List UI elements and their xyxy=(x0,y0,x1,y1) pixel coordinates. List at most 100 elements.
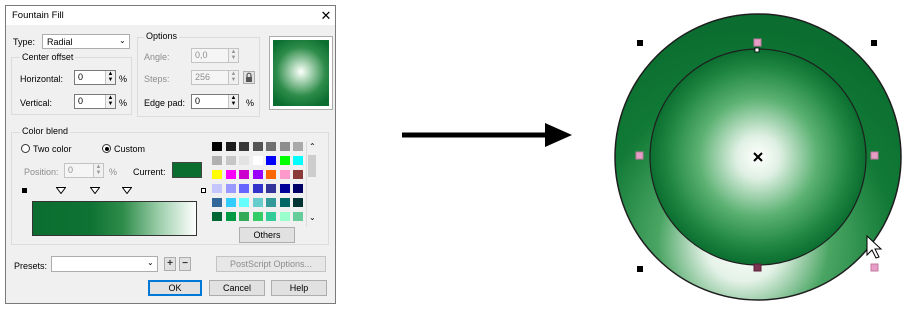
palette-swatch[interactable] xyxy=(211,197,223,208)
start-marker[interactable] xyxy=(22,188,27,193)
node-handle[interactable] xyxy=(635,151,644,160)
edge-pad-input[interactable]: 0 ▲ ▼ xyxy=(191,94,239,109)
palette-swatch[interactable] xyxy=(238,183,250,194)
vertical-stepper[interactable]: ▲ ▼ xyxy=(105,95,115,108)
palette-swatch[interactable] xyxy=(251,211,264,222)
add-preset-button[interactable]: + xyxy=(164,257,176,271)
lock-button[interactable] xyxy=(243,71,255,84)
steps-stepper[interactable]: ▲ ▼ xyxy=(228,71,238,84)
plus-icon: + xyxy=(167,258,173,269)
selection-handle[interactable] xyxy=(871,40,877,46)
palette-swatch[interactable] xyxy=(292,141,304,152)
scroll-thumb[interactable] xyxy=(308,155,316,177)
palette-swatch[interactable] xyxy=(224,141,237,152)
edge-pad-stepper[interactable]: ▲ ▼ xyxy=(228,95,238,108)
node-handle[interactable] xyxy=(870,151,879,160)
cancel-button[interactable]: Cancel xyxy=(209,280,265,296)
palette-swatch[interactable] xyxy=(265,183,277,194)
palette-swatch[interactable] xyxy=(238,169,250,180)
custom-label: Custom xyxy=(114,144,146,154)
palette-swatch[interactable] xyxy=(211,211,223,222)
palette-scrollbar[interactable]: ⌃ ⌄ xyxy=(306,141,318,227)
dialog-title: Fountain Fill xyxy=(12,10,64,21)
palette-swatch[interactable] xyxy=(238,155,250,166)
position-input[interactable]: 0 ▲ ▼ xyxy=(64,163,104,178)
palette-swatch[interactable] xyxy=(238,211,250,222)
palette-swatch[interactable] xyxy=(278,183,291,194)
ok-button[interactable]: OK xyxy=(148,280,202,296)
palette-swatch[interactable] xyxy=(278,211,291,222)
selection-handle[interactable] xyxy=(637,40,643,46)
type-dropdown[interactable]: Radial ⌄ xyxy=(42,34,130,49)
palette-swatch[interactable] xyxy=(251,141,264,152)
palette-swatch[interactable] xyxy=(238,141,250,152)
palette-swatch[interactable] xyxy=(265,169,277,180)
palette-swatch[interactable] xyxy=(238,197,250,208)
angle-stepper[interactable]: ▲ ▼ xyxy=(228,49,238,62)
gradient-stop-icon[interactable] xyxy=(56,187,66,194)
palette-swatch[interactable] xyxy=(211,169,223,180)
steps-input[interactable]: 256 ▲ ▼ xyxy=(191,70,239,85)
palette-swatch[interactable] xyxy=(224,211,237,222)
help-button[interactable]: Help xyxy=(271,280,327,296)
angle-input[interactable]: 0,0 ▲ ▼ xyxy=(191,48,239,63)
color-palette[interactable] xyxy=(211,141,307,227)
palette-swatch[interactable] xyxy=(224,183,237,194)
type-label: Type: xyxy=(13,37,36,47)
palette-swatch[interactable] xyxy=(224,197,237,208)
two-color-radio[interactable] xyxy=(21,144,30,153)
palette-swatch[interactable] xyxy=(251,169,264,180)
palette-swatch[interactable] xyxy=(224,155,237,166)
palette-swatch[interactable] xyxy=(292,211,304,222)
position-label: Position: xyxy=(24,167,59,177)
horizontal-input[interactable]: 0 ▲ ▼ xyxy=(74,70,116,85)
remove-preset-button[interactable]: − xyxy=(179,257,191,271)
palette-swatch[interactable] xyxy=(265,211,277,222)
scroll-up-icon[interactable]: ⌃ xyxy=(309,142,316,151)
horizontal-stepper[interactable]: ▲ ▼ xyxy=(105,71,115,84)
palette-swatch[interactable] xyxy=(278,141,291,152)
palette-swatch[interactable] xyxy=(265,141,277,152)
gradient-bar[interactable] xyxy=(32,201,197,236)
palette-swatch[interactable] xyxy=(211,183,223,194)
node-handle[interactable] xyxy=(753,263,762,272)
palette-swatch[interactable] xyxy=(224,169,237,180)
custom-radio[interactable] xyxy=(102,144,111,153)
current-color-swatch[interactable] xyxy=(172,162,202,178)
close-icon[interactable]: ✕ xyxy=(319,8,333,24)
palette-swatch[interactable] xyxy=(265,155,277,166)
palette-swatch[interactable] xyxy=(251,183,264,194)
node-handle[interactable] xyxy=(753,38,762,47)
node-handle[interactable] xyxy=(870,263,879,272)
end-marker[interactable] xyxy=(201,188,206,193)
palette-swatch[interactable] xyxy=(211,155,223,166)
palette-swatch[interactable] xyxy=(278,197,291,208)
palette-swatch[interactable] xyxy=(265,197,277,208)
scroll-down-icon[interactable]: ⌄ xyxy=(309,213,316,222)
right-arrow-icon xyxy=(402,123,572,147)
selection-handle[interactable] xyxy=(637,266,643,272)
palette-swatch[interactable] xyxy=(278,169,291,180)
lock-icon xyxy=(246,72,252,82)
node-handle-small[interactable] xyxy=(754,47,760,53)
angle-value: 0,0 xyxy=(195,50,208,60)
steps-label: Steps: xyxy=(144,74,170,84)
chevron-down-icon: ⌄ xyxy=(119,36,126,45)
palette-swatch[interactable] xyxy=(292,155,304,166)
others-button[interactable]: Others xyxy=(239,227,295,243)
palette-swatch[interactable] xyxy=(292,169,304,180)
position-stepper[interactable]: ▲ ▼ xyxy=(93,164,103,177)
postscript-options-button[interactable]: PostScript Options... xyxy=(216,256,326,272)
palette-swatch[interactable] xyxy=(292,183,304,194)
presets-dropdown[interactable]: ⌄ xyxy=(51,256,158,272)
palette-swatch[interactable] xyxy=(278,155,291,166)
gradient-stop-icon[interactable] xyxy=(122,187,132,194)
palette-swatch[interactable] xyxy=(211,141,223,152)
palette-swatch[interactable] xyxy=(292,197,304,208)
palette-swatch[interactable] xyxy=(251,197,264,208)
edge-pad-percent: % xyxy=(246,98,255,108)
palette-swatch[interactable] xyxy=(251,155,264,166)
vertical-input[interactable]: 0 ▲ ▼ xyxy=(74,94,116,109)
gradient-stop-icon[interactable] xyxy=(90,187,100,194)
type-value: Radial xyxy=(47,37,73,47)
